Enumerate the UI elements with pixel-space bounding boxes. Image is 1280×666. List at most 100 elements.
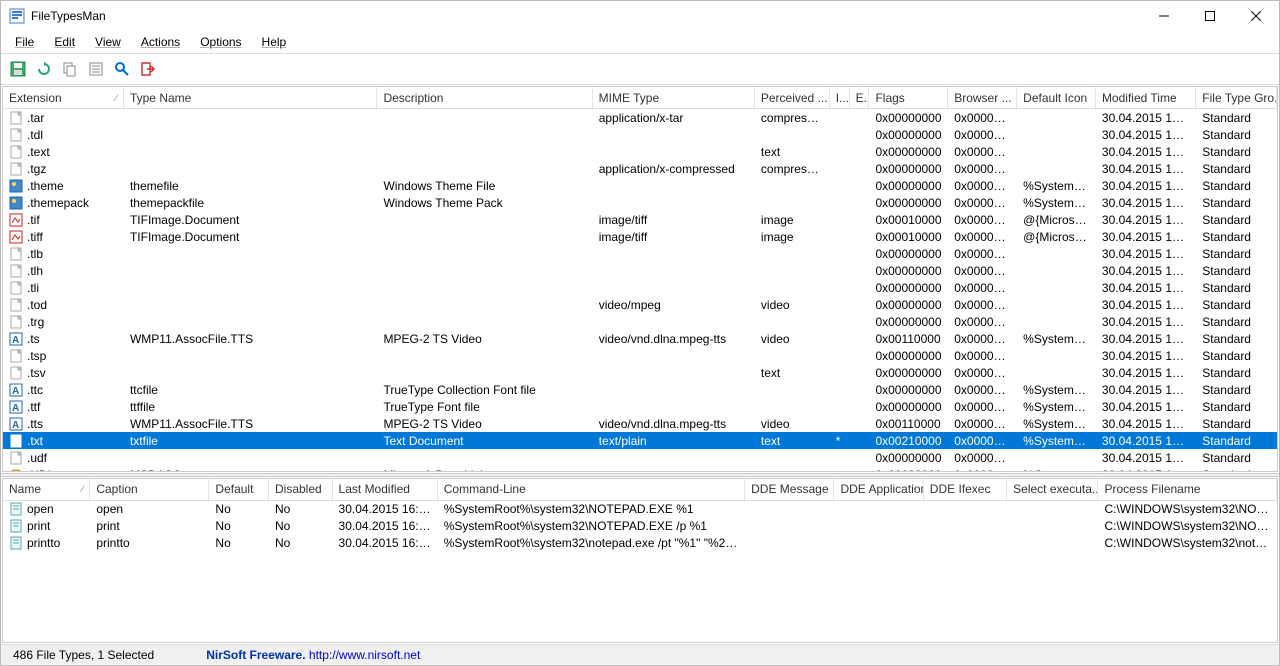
table-row[interactable]: .trg0x000000000x0000000030.04.2015 16:48… bbox=[3, 313, 1277, 330]
menubar: File Edit View Actions Options Help bbox=[1, 31, 1279, 54]
table-row[interactable]: .todvideo/mpegvideo0x000000000x000000003… bbox=[3, 296, 1277, 313]
menu-view[interactable]: View bbox=[87, 33, 129, 51]
maximize-button[interactable] bbox=[1187, 1, 1233, 31]
col-description[interactable]: Description bbox=[377, 87, 592, 108]
filetypes-grid: Extension Type Name Description MIME Typ… bbox=[2, 86, 1278, 472]
file-icon: A bbox=[9, 417, 23, 431]
ext-label: .ttc bbox=[27, 383, 43, 397]
table-row[interactable]: .tifTIFImage.Documentimage/tiffimage0x00… bbox=[3, 211, 1277, 228]
file-icon bbox=[9, 247, 23, 261]
ext-label: .tli bbox=[27, 281, 39, 295]
menu-file[interactable]: File bbox=[7, 33, 42, 51]
table-row[interactable]: .txttxtfileText Documenttext/plaintext*0… bbox=[3, 432, 1277, 449]
ext-label: .ttf bbox=[27, 400, 40, 414]
menu-options[interactable]: Options bbox=[192, 33, 249, 51]
file-icon bbox=[9, 111, 23, 125]
file-icon: A bbox=[9, 383, 23, 397]
col-group[interactable]: File Type Gro... bbox=[1196, 87, 1277, 108]
grid-body[interactable]: .tarapplication/x-tarcompressed0x0000000… bbox=[3, 109, 1277, 471]
file-icon bbox=[9, 451, 23, 465]
nirsoft-link[interactable]: http://www.nirsoft.net bbox=[309, 648, 420, 662]
table-row[interactable]: .themethemefileWindows Theme File0x00000… bbox=[3, 177, 1277, 194]
table-row[interactable]: .tarapplication/x-tarcompressed0x0000000… bbox=[3, 109, 1277, 126]
ext-label: .udf bbox=[27, 451, 47, 465]
action-row[interactable]: printtoprinttoNoNo30.04.2015 16:48:36%Sy… bbox=[3, 535, 1277, 552]
table-row[interactable]: .UDLMSDASCMicrosoft Data Link0x000200000… bbox=[3, 466, 1277, 471]
table-row[interactable]: .tiffTIFImage.Documentimage/tiffimage0x0… bbox=[3, 228, 1277, 245]
table-row[interactable]: .tsp0x000000000x0000000030.04.2015 16:48… bbox=[3, 347, 1277, 364]
action-row[interactable]: printprintNoNo30.04.2015 16:48:36%System… bbox=[3, 518, 1277, 535]
copy-icon[interactable] bbox=[59, 58, 81, 80]
col-mime[interactable]: MIME Type bbox=[593, 87, 755, 108]
col-dde-ifexec[interactable]: DDE Ifexec bbox=[924, 479, 1007, 500]
table-row[interactable]: .tgzapplication/x-compressedcompressed0x… bbox=[3, 160, 1277, 177]
table-row[interactable]: .tsvtext0x000000000x0000000030.04.2015 1… bbox=[3, 364, 1277, 381]
svg-text:A: A bbox=[12, 386, 19, 397]
ext-label: .tgz bbox=[27, 162, 46, 176]
app-icon bbox=[9, 8, 25, 24]
menu-edit[interactable]: Edit bbox=[46, 33, 83, 51]
statusbar: 486 File Types, 1 Selected NirSoft Freew… bbox=[1, 644, 1279, 665]
find-icon[interactable] bbox=[111, 58, 133, 80]
ext-label: .trg bbox=[27, 315, 44, 329]
table-row[interactable]: .udf0x000000000x0000000030.04.2015 16:48… bbox=[3, 449, 1277, 466]
col-browser[interactable]: Browser ... bbox=[948, 87, 1017, 108]
table-row[interactable]: .themepackthemepackfileWindows Theme Pac… bbox=[3, 194, 1277, 211]
save-icon[interactable] bbox=[7, 58, 29, 80]
col-disabled[interactable]: Disabled bbox=[269, 479, 333, 500]
svg-text:A: A bbox=[12, 403, 19, 414]
col-typename[interactable]: Type Name bbox=[124, 87, 377, 108]
col-default-icon[interactable]: Default Icon bbox=[1017, 87, 1096, 108]
file-icon bbox=[9, 213, 23, 227]
col-modified[interactable]: Modified Time bbox=[1096, 87, 1196, 108]
col-flags[interactable]: Flags bbox=[869, 87, 948, 108]
col-default[interactable]: Default bbox=[209, 479, 269, 500]
table-row[interactable]: A.ttcttcfileTrueType Collection Font fil… bbox=[3, 381, 1277, 398]
table-row[interactable]: A.ttfttffileTrueType Font file0x00000000… bbox=[3, 398, 1277, 415]
table-row[interactable]: A.tsWMP11.AssocFile.TTSMPEG-2 TS Videovi… bbox=[3, 330, 1277, 347]
refresh-icon[interactable] bbox=[33, 58, 55, 80]
col-process-filename[interactable]: Process Filename bbox=[1098, 479, 1277, 500]
exit-icon[interactable] bbox=[137, 58, 159, 80]
col-e[interactable]: E. bbox=[850, 87, 870, 108]
actions-grid-body[interactable]: openopenNoNo30.04.2015 16:48:36%SystemRo… bbox=[3, 501, 1277, 625]
action-row[interactable]: openopenNoNo30.04.2015 16:48:36%SystemRo… bbox=[3, 501, 1277, 518]
menu-help[interactable]: Help bbox=[254, 33, 295, 51]
toolbar bbox=[1, 54, 1279, 85]
col-last-modified[interactable]: Last Modified bbox=[333, 479, 438, 500]
properties-icon[interactable] bbox=[85, 58, 107, 80]
table-row[interactable]: .texttext0x000000000x0000000030.04.2015 … bbox=[3, 143, 1277, 160]
col-extension[interactable]: Extension bbox=[3, 87, 124, 108]
col-select-executable[interactable]: Select executa... bbox=[1007, 479, 1098, 500]
table-row[interactable]: .tlh0x000000000x0000000030.04.2015 16:48… bbox=[3, 262, 1277, 279]
col-perceived[interactable]: Perceived ... bbox=[755, 87, 830, 108]
minimize-button[interactable] bbox=[1141, 1, 1187, 31]
file-icon bbox=[9, 315, 23, 329]
col-name[interactable]: Name bbox=[3, 479, 90, 500]
ext-label: .tdl bbox=[27, 128, 43, 142]
file-icon bbox=[9, 298, 23, 312]
close-button[interactable] bbox=[1233, 1, 1279, 31]
file-icon bbox=[9, 196, 23, 210]
horizontal-splitter[interactable] bbox=[1, 473, 1279, 477]
file-icon bbox=[9, 230, 23, 244]
action-icon bbox=[9, 536, 23, 550]
horizontal-scrollbar[interactable] bbox=[3, 625, 1277, 642]
table-row[interactable]: A.ttsWMP11.AssocFile.TTSMPEG-2 TS Videov… bbox=[3, 415, 1277, 432]
table-row[interactable]: .tdl0x000000000x0000000030.04.2015 16:48… bbox=[3, 126, 1277, 143]
col-i[interactable]: I... bbox=[830, 87, 850, 108]
col-dde-application[interactable]: DDE Application bbox=[834, 479, 923, 500]
table-row[interactable]: .tlb0x000000000x0000000030.04.2015 16:48… bbox=[3, 245, 1277, 262]
status-credit: NirSoft Freeware. http://www.nirsoft.net bbox=[200, 648, 426, 662]
col-command-line[interactable]: Command-Line bbox=[438, 479, 745, 500]
col-caption[interactable]: Caption bbox=[90, 479, 209, 500]
file-icon bbox=[9, 349, 23, 363]
table-row[interactable]: .tli0x000000000x0000000030.04.2015 16:48… bbox=[3, 279, 1277, 296]
ext-label: .theme bbox=[27, 179, 64, 193]
menu-actions[interactable]: Actions bbox=[133, 33, 188, 51]
ext-label: .ts bbox=[27, 332, 40, 346]
actions-grid-header: Name Caption Default Disabled Last Modif… bbox=[3, 479, 1277, 501]
ext-label: .txt bbox=[27, 434, 43, 448]
col-dde-message[interactable]: DDE Message bbox=[745, 479, 834, 500]
ext-label: .tlb bbox=[27, 247, 43, 261]
